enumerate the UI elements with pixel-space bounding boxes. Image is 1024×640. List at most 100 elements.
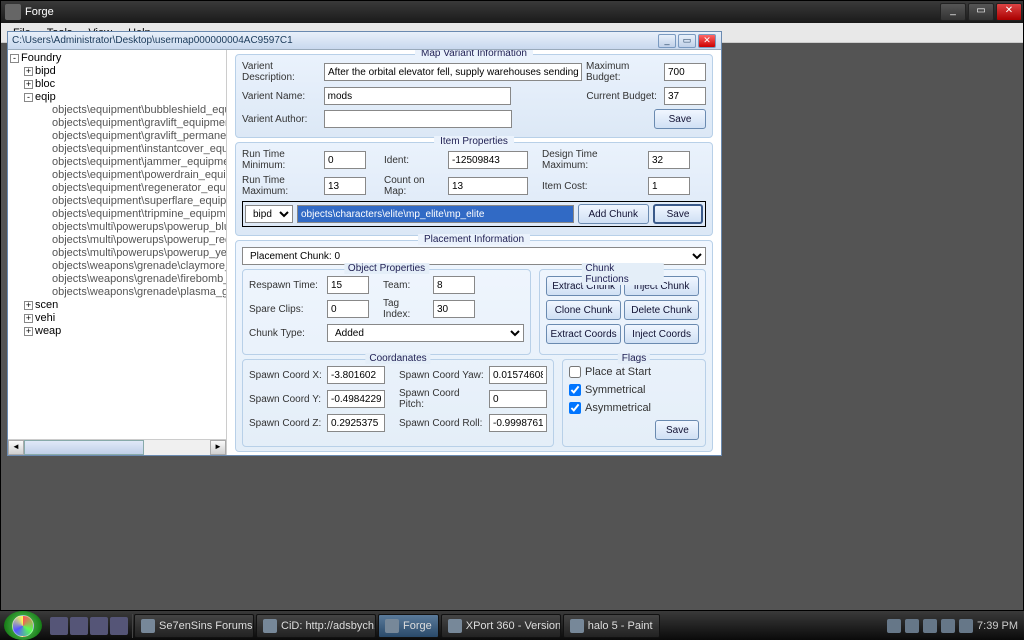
tree-leaf[interactable]: objects\weapons\grenade\claymore_grenade…: [10, 260, 224, 273]
child-close-button[interactable]: ✕: [698, 34, 716, 48]
ql-icon[interactable]: [50, 617, 68, 635]
respawn-input[interactable]: [327, 276, 369, 294]
tree-leaf[interactable]: objects\equipment\powerdrain_equipment\p…: [10, 169, 224, 182]
inject-coords-button[interactable]: Inject Coords: [624, 324, 699, 344]
ident-input[interactable]: [448, 151, 528, 169]
variant-author-input[interactable]: [324, 110, 512, 128]
tree-scrollbar[interactable]: ◄ ►: [8, 439, 226, 455]
group-legend: Item Properties: [434, 136, 514, 147]
chunk-type-select[interactable]: Added: [327, 324, 524, 342]
tree-leaf[interactable]: objects\equipment\gravlift_equipment\gra…: [10, 117, 224, 130]
tree-item[interactable]: bloc: [35, 78, 55, 90]
path-input[interactable]: [297, 205, 574, 223]
tree-leaf[interactable]: objects\multi\powerups\powerup_yellow\po…: [10, 247, 224, 260]
tree-view[interactable]: -Foundry +bipd +bloc -eqip objects\equip…: [8, 50, 226, 439]
cost-input[interactable]: [648, 177, 690, 195]
task-icon: [385, 619, 399, 633]
tag-input[interactable]: [433, 300, 475, 318]
tag-label: Tag Index:: [383, 298, 429, 320]
task-button[interactable]: Forge: [378, 614, 439, 638]
rtmin-label: Run Time Minimum:: [242, 149, 320, 171]
tree-leaf[interactable]: objects\equipment\bubbleshield_equipment…: [10, 104, 224, 117]
spawn-roll-input[interactable]: [489, 414, 547, 432]
tree-expander[interactable]: -: [24, 93, 33, 102]
maximize-button[interactable]: ▭: [968, 3, 994, 21]
spawn-pitch-input[interactable]: [489, 390, 547, 408]
tree-leaf[interactable]: objects\equipment\jammer_equipment\jamme…: [10, 156, 224, 169]
scroll-left-button[interactable]: ◄: [8, 440, 24, 455]
tree-expander[interactable]: +: [24, 327, 33, 336]
add-chunk-button[interactable]: Add Chunk: [578, 204, 649, 224]
spawn-x-label: Spawn Coord X:: [249, 370, 323, 381]
tree-item[interactable]: scen: [35, 299, 58, 311]
type-select[interactable]: bipd: [245, 205, 293, 223]
variant-desc-label: Varient Description:: [242, 61, 320, 83]
tree-leaf[interactable]: objects\equipment\superflare_equipment\s…: [10, 195, 224, 208]
rtmax-input[interactable]: [324, 177, 366, 195]
tree-item[interactable]: bipd: [35, 65, 56, 77]
flags-save-button[interactable]: Save: [655, 420, 699, 440]
minimize-button[interactable]: _: [940, 3, 966, 21]
variant-name-input[interactable]: [324, 87, 511, 105]
tree-item[interactable]: vehi: [35, 312, 55, 324]
symmetrical-checkbox[interactable]: Symmetrical: [569, 384, 699, 396]
tree-leaf[interactable]: objects\multi\powerups\powerup_blue\powe…: [10, 221, 224, 234]
ql-icon[interactable]: [90, 617, 108, 635]
delete-chunk-button[interactable]: Delete Chunk: [624, 300, 699, 320]
tree-panel: -Foundry +bipd +bloc -eqip objects\equip…: [8, 50, 227, 455]
asymmetrical-checkbox[interactable]: Asymmetrical: [569, 402, 699, 414]
mvi-save-button[interactable]: Save: [654, 109, 706, 129]
tree-leaf[interactable]: objects\weapons\grenade\firebomb_grenade…: [10, 273, 224, 286]
tree-item[interactable]: weap: [35, 325, 61, 337]
task-button[interactable]: CiD: http://adsbych...: [256, 614, 376, 638]
extract-coords-button[interactable]: Extract Coords: [546, 324, 621, 344]
spawn-yaw-input[interactable]: [489, 366, 547, 384]
tree-leaf[interactable]: objects\equipment\regenerator_equipment\…: [10, 182, 224, 195]
team-input[interactable]: [433, 276, 475, 294]
tree-item[interactable]: eqip: [35, 91, 56, 103]
tray-icon[interactable]: [923, 619, 937, 633]
task-button[interactable]: XPort 360 - Version ...: [441, 614, 561, 638]
spawn-x-input[interactable]: [327, 366, 385, 384]
spawn-z-input[interactable]: [327, 414, 385, 432]
tray-icon[interactable]: [905, 619, 919, 633]
task-button[interactable]: Se7enSins Forums - ...: [134, 614, 254, 638]
tree-leaf[interactable]: objects\multi\powerups\powerup_red\power…: [10, 234, 224, 247]
tree-expander[interactable]: +: [24, 301, 33, 310]
volume-icon[interactable]: [959, 619, 973, 633]
tree-expander[interactable]: +: [24, 314, 33, 323]
clock[interactable]: 7:39 PM: [977, 620, 1018, 632]
scroll-thumb[interactable]: [24, 440, 144, 455]
clips-input[interactable]: [327, 300, 369, 318]
tree-leaf[interactable]: objects\equipment\instantcover_equipment…: [10, 143, 224, 156]
tree-expander[interactable]: +: [24, 67, 33, 76]
child-minimize-button[interactable]: _: [658, 34, 676, 48]
tree-leaf[interactable]: objects\equipment\tripmine_equipment\tri…: [10, 208, 224, 221]
start-button[interactable]: [4, 611, 42, 640]
task-button[interactable]: halo 5 - Paint: [563, 614, 660, 638]
tray-icon[interactable]: [941, 619, 955, 633]
scroll-right-button[interactable]: ►: [210, 440, 226, 455]
ip-save-button[interactable]: Save: [653, 204, 703, 224]
tree-leaf[interactable]: objects\weapons\grenade\plasma_grenade\p…: [10, 286, 224, 299]
close-button[interactable]: ✕: [996, 3, 1022, 21]
ql-icon[interactable]: [70, 617, 88, 635]
group-legend: Chunk Functions: [581, 263, 663, 285]
cur-budget-input[interactable]: [664, 87, 706, 105]
spawn-y-input[interactable]: [327, 390, 385, 408]
tree-expander[interactable]: -: [10, 54, 19, 63]
rtmin-input[interactable]: [324, 151, 366, 169]
ql-icon[interactable]: [110, 617, 128, 635]
tray-icon[interactable]: [887, 619, 901, 633]
max-budget-input[interactable]: [664, 63, 706, 81]
flags-group: Flags Place at Start Symmetrical Asymmet…: [562, 359, 706, 447]
tree-leaf[interactable]: objects\equipment\gravlift_permanent\gra…: [10, 130, 224, 143]
dtmax-input[interactable]: [648, 151, 690, 169]
tree-root[interactable]: Foundry: [21, 52, 61, 64]
place-at-start-checkbox[interactable]: Place at Start: [569, 366, 699, 378]
tree-expander[interactable]: +: [24, 80, 33, 89]
clone-chunk-button[interactable]: Clone Chunk: [546, 300, 621, 320]
count-input[interactable]: [448, 177, 528, 195]
variant-desc-input[interactable]: [324, 63, 582, 81]
child-maximize-button[interactable]: ▭: [678, 34, 696, 48]
